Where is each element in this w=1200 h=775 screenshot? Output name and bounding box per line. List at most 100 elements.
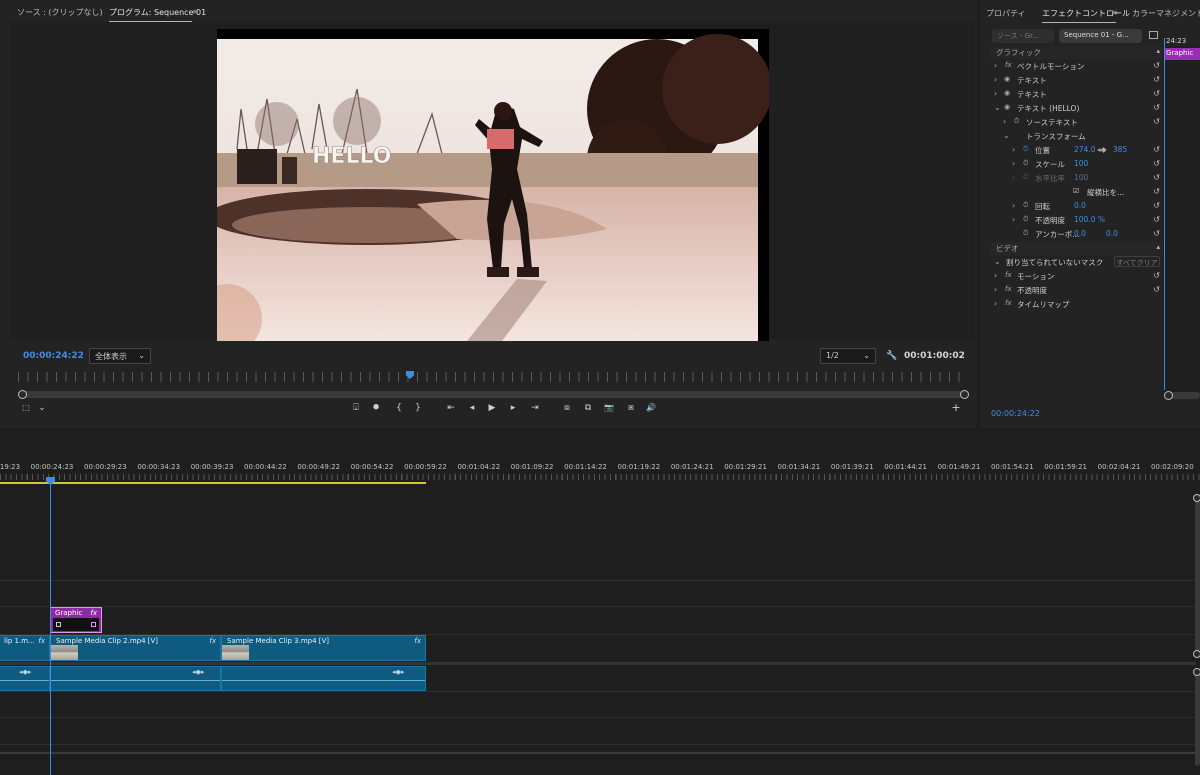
add-button[interactable]: + xyxy=(949,401,963,414)
chevron-down-icon[interactable]: ⌄ xyxy=(994,257,1001,266)
effect-row-text-2[interactable]: › ◉ テキスト ↺ xyxy=(990,88,1163,101)
ec-zoom-scrollbar[interactable] xyxy=(1164,391,1200,400)
eye-icon[interactable]: ◉ xyxy=(1004,103,1010,111)
effect-row-opacity-2[interactable]: › fx 不透明度 ↺ xyxy=(990,284,1163,297)
zoom-handle-left[interactable] xyxy=(18,390,27,399)
panel-menu-icon[interactable]: ≡ xyxy=(192,7,199,16)
chevron-right-icon[interactable]: › xyxy=(1012,159,1015,168)
chevron-right-icon[interactable]: › xyxy=(994,89,997,98)
keyframe-nav-icon[interactable]: ◂◆▸ xyxy=(392,668,404,676)
play-button[interactable]: ▶ xyxy=(485,403,499,413)
opacity-value[interactable]: 100.0 % xyxy=(1074,215,1105,224)
scale-value[interactable]: 100 xyxy=(1074,159,1088,168)
stopwatch-icon[interactable]: ⏱ xyxy=(1014,117,1019,126)
stopwatch-icon[interactable]: ⏱ xyxy=(1023,201,1028,210)
camera-export-frame-icon[interactable]: 📷 xyxy=(602,403,616,412)
video-clip-2[interactable]: Sample Media Clip 2.mp4 [V] fx xyxy=(50,635,221,661)
audio-clip-3[interactable]: ◂◆▸ xyxy=(221,666,426,691)
playback-resolution-select[interactable]: 1/2 ⌄ xyxy=(820,348,876,364)
chevron-right-icon[interactable]: › xyxy=(1012,215,1015,224)
chevron-right-icon[interactable]: › xyxy=(994,75,997,84)
anchor-y-value[interactable]: 0.0 xyxy=(1106,229,1118,238)
reset-icon[interactable]: ↺ xyxy=(1153,201,1160,210)
zoom-handle-left[interactable] xyxy=(1164,391,1173,400)
eye-icon[interactable]: ◉ xyxy=(1004,75,1010,83)
keyframe-nav-icon[interactable]: ◂◆ xyxy=(1097,145,1107,154)
scroll-handle-top[interactable] xyxy=(1193,494,1200,502)
reset-icon[interactable]: ↺ xyxy=(1153,187,1160,196)
monitor-time-ruler[interactable] xyxy=(18,372,966,382)
wrench-settings-icon[interactable]: 🔧 xyxy=(886,351,897,361)
reset-icon[interactable]: ↺ xyxy=(1153,61,1160,70)
ec-current-time[interactable]: 00:00:24:22 xyxy=(991,409,1040,418)
collapse-icon[interactable]: ▴ xyxy=(1156,47,1160,55)
comparison-view-button[interactable]: ⧆ xyxy=(624,403,638,413)
audio-clip-1[interactable]: ◂◆▸ xyxy=(0,666,50,691)
effect-row-unassigned-mask[interactable]: ⌄ 割り当てられていないマスク すべてクリア xyxy=(990,256,1163,269)
mark-in-button[interactable]: { xyxy=(392,403,406,413)
eye-icon[interactable]: ◉ xyxy=(1004,89,1010,97)
reset-icon[interactable]: ↺ xyxy=(1153,215,1160,224)
reset-icon[interactable]: ↺ xyxy=(1153,173,1160,182)
effect-row-time-remap[interactable]: › fx タイムリマップ xyxy=(990,298,1163,311)
work-area-bar[interactable] xyxy=(0,482,426,484)
video-clip-3[interactable]: Sample Media Clip 3.mp4 [V] fx xyxy=(221,635,426,661)
ec-graphic-clip-bar[interactable]: Graphic xyxy=(1164,48,1200,60)
mark-out-button[interactable]: } xyxy=(411,403,425,413)
add-marker-button[interactable]: ⬢ xyxy=(369,403,383,411)
zoom-handle-right[interactable] xyxy=(960,390,969,399)
effect-row-scale[interactable]: › ⏱ スケール 100 ↺ xyxy=(990,158,1163,171)
effect-row-text-hello[interactable]: ⌄ ◉ テキスト (HELLO) ↺ xyxy=(990,102,1163,115)
chevron-right-icon[interactable]: › xyxy=(1003,117,1006,126)
effect-row-text-1[interactable]: › ◉ テキスト ↺ xyxy=(990,74,1163,87)
effect-row-motion[interactable]: › fx モーション ↺ xyxy=(990,270,1163,283)
video-clip-1[interactable]: lip 1.m... fx xyxy=(0,635,50,661)
effect-row-vector-motion[interactable]: › fx ベクトルモーション ↺ xyxy=(990,60,1163,73)
timeline-ruler-ticks[interactable] xyxy=(0,474,1200,480)
chevron-right-icon[interactable]: › xyxy=(1012,173,1015,182)
chevron-down-icon[interactable]: ⌄ xyxy=(994,103,1001,112)
keyframe-nav-icon[interactable]: ◂◆▸ xyxy=(19,668,31,676)
toggle-timeline-view-icon[interactable] xyxy=(1149,31,1158,39)
effect-row-source-text[interactable]: › ⏱ ソーステキスト ↺ xyxy=(990,116,1163,129)
position-x-value[interactable]: 274.0 xyxy=(1074,145,1095,154)
playhead-timecode[interactable]: 00:00:24:22 xyxy=(23,351,84,361)
ec-mini-timeline[interactable] xyxy=(1163,46,1200,396)
lift-button[interactable]: ⧈ xyxy=(560,403,574,413)
ec-sequence-selector[interactable]: Sequence 01 - G... xyxy=(1059,29,1142,43)
effect-row-anchor[interactable]: ⏱ アンカーポ... 0.0 0.0 ↺ xyxy=(990,228,1163,241)
tab-source[interactable]: ソース : (クリップなし) xyxy=(17,7,103,18)
effect-row-horizontal-scale[interactable]: › ⏱ 水平比率 100 ↺ xyxy=(990,172,1163,185)
reset-icon[interactable]: ↺ xyxy=(1153,103,1160,112)
effect-row-position[interactable]: › ⏱ 位置 274.0 ◂◆ 385 ↺ xyxy=(990,144,1163,157)
checkbox-checked-icon[interactable]: ☑ xyxy=(1073,187,1079,195)
chevron-right-icon[interactable]: › xyxy=(1012,201,1015,210)
keyframe-nav-icon[interactable]: ◂◆▸ xyxy=(192,668,204,676)
step-back-button[interactable]: ◂ xyxy=(465,403,479,413)
safe-margins-icon[interactable]: ⬚ xyxy=(19,403,33,412)
go-to-in-button[interactable]: ⇤ xyxy=(444,403,458,413)
graphic-clip[interactable]: Graphic fx xyxy=(50,607,102,633)
reset-icon[interactable]: ↺ xyxy=(1153,75,1160,84)
audio-volume-line[interactable] xyxy=(51,680,220,681)
reset-icon[interactable]: ↺ xyxy=(1153,145,1160,154)
clear-all-button[interactable]: すべてクリア xyxy=(1114,256,1160,267)
stopwatch-icon[interactable]: ⏱ xyxy=(1023,159,1028,168)
effect-row-opacity[interactable]: › ⏱ 不透明度 100.0 % ↺ xyxy=(990,214,1163,227)
chevron-right-icon[interactable]: › xyxy=(1012,145,1015,154)
monitor-zoom-scrollbar[interactable] xyxy=(18,390,969,399)
button-marker-lift[interactable]: ⍗ xyxy=(349,403,363,413)
stopwatch-icon[interactable]: ⏱ xyxy=(1023,215,1028,224)
chevron-right-icon[interactable]: › xyxy=(994,271,997,280)
effect-row-uniform-scale[interactable]: ☑ 縦横比を... ↺ xyxy=(990,186,1163,199)
audio-clip-2[interactable]: ◂◆▸ xyxy=(50,666,221,691)
fit-zoom-select[interactable]: 全体表示 ⌄ xyxy=(89,348,151,364)
scroll-handle-bottom[interactable] xyxy=(1193,650,1200,658)
anchor-x-value[interactable]: 0.0 xyxy=(1074,229,1086,238)
stopwatch-icon[interactable]: ⏱ xyxy=(1023,145,1028,154)
chevron-right-icon[interactable]: › xyxy=(994,61,997,70)
audio-tracks-scrollbar[interactable] xyxy=(1193,668,1200,766)
effect-row-rotation[interactable]: › ⏱ 回転 0.0 ↺ xyxy=(990,200,1163,213)
video-tracks-scrollbar[interactable] xyxy=(1193,494,1200,658)
chevron-down-icon[interactable]: ⌄ xyxy=(1003,131,1010,140)
